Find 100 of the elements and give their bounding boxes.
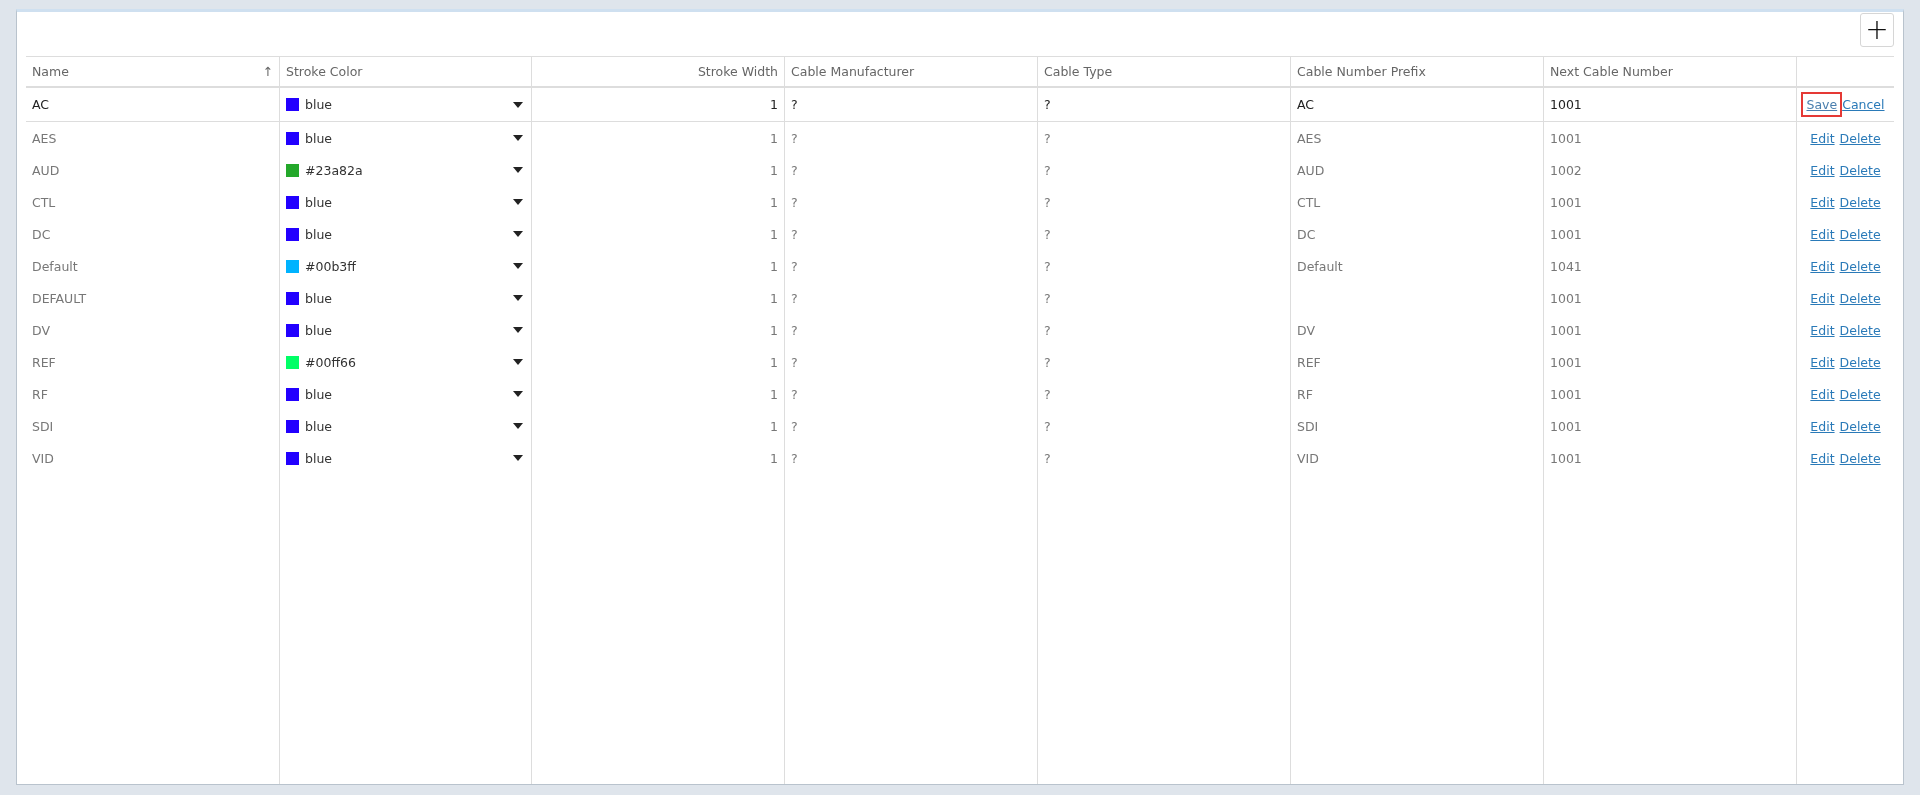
action-link[interactable]: Delete bbox=[1838, 225, 1882, 243]
cable-type-cell: ? bbox=[1044, 226, 1051, 242]
stroke-width-cell: 1 bbox=[770, 386, 778, 402]
stroke-width-cell: 1 bbox=[770, 450, 778, 466]
action-link[interactable]: Delete bbox=[1838, 385, 1882, 403]
action-link[interactable]: Cancel bbox=[1841, 96, 1886, 113]
dropdown-caret-icon[interactable] bbox=[513, 455, 523, 461]
action-link[interactable]: Delete bbox=[1838, 193, 1882, 211]
dropdown-caret-icon[interactable] bbox=[513, 359, 523, 365]
column-header[interactable]: Stroke Width bbox=[697, 64, 778, 79]
color-dropdown[interactable]: #00b3ff bbox=[305, 258, 356, 274]
color-dropdown[interactable]: blue bbox=[305, 418, 333, 434]
action-link[interactable]: Edit bbox=[1809, 193, 1836, 211]
action-link[interactable]: Edit bbox=[1809, 417, 1836, 435]
color-dropdown[interactable]: blue bbox=[305, 322, 333, 338]
color-dropdown[interactable]: #23a82a bbox=[305, 162, 363, 178]
prefix-cell: AES bbox=[1297, 130, 1322, 146]
name-cell: Default bbox=[32, 258, 78, 274]
cable-type-cell: ? bbox=[1044, 290, 1051, 306]
next-number-cell: 1001 bbox=[1550, 97, 1582, 112]
next-number-cell: 1001 bbox=[1550, 322, 1582, 338]
name-cell: RF bbox=[32, 386, 48, 402]
cable-type-cell: ? bbox=[1044, 162, 1051, 178]
prefix-cell: DC bbox=[1297, 226, 1316, 242]
dropdown-caret-icon[interactable] bbox=[513, 135, 523, 141]
color-dropdown[interactable]: blue bbox=[305, 194, 333, 210]
dropdown-caret-icon[interactable] bbox=[513, 391, 523, 397]
color-dropdown[interactable]: #00ff66 bbox=[305, 354, 356, 370]
color-dropdown[interactable]: blue bbox=[305, 386, 333, 402]
dropdown-caret-icon[interactable] bbox=[513, 263, 523, 269]
action-link[interactable]: Edit bbox=[1809, 129, 1836, 147]
next-number-cell: 1001 bbox=[1550, 354, 1582, 370]
manufacturer-cell: ? bbox=[791, 322, 798, 338]
manufacturer-cell: ? bbox=[791, 130, 798, 146]
action-link[interactable]: Delete bbox=[1838, 161, 1882, 179]
column-header[interactable]: Stroke Color bbox=[286, 64, 363, 79]
dropdown-caret-icon[interactable] bbox=[513, 231, 523, 237]
dropdown-caret-icon[interactable] bbox=[513, 423, 523, 429]
next-number-cell: 1001 bbox=[1550, 226, 1582, 242]
manufacturer-cell: ? bbox=[791, 258, 798, 274]
action-link[interactable]: Delete bbox=[1838, 257, 1882, 275]
cable-type-cell: ? bbox=[1044, 386, 1051, 402]
cable-type-cell: ? bbox=[1044, 97, 1051, 112]
stroke-width-cell: 1 bbox=[770, 130, 778, 146]
action-link[interactable]: Delete bbox=[1838, 129, 1882, 147]
dropdown-caret-icon[interactable] bbox=[513, 199, 523, 205]
action-link[interactable]: Edit bbox=[1809, 161, 1836, 179]
next-number-cell: 1001 bbox=[1550, 130, 1582, 146]
prefix-cell: VID bbox=[1297, 450, 1319, 466]
column-header[interactable]: Cable Manufacturer bbox=[791, 64, 915, 79]
dropdown-caret-icon[interactable] bbox=[513, 295, 523, 301]
manufacturer-cell: ? bbox=[791, 97, 798, 112]
action-link[interactable]: Delete bbox=[1838, 353, 1882, 371]
next-number-cell: 1001 bbox=[1550, 194, 1582, 210]
action-link[interactable]: Edit bbox=[1809, 449, 1836, 467]
sort-indicator[interactable]: ↑ bbox=[262, 64, 273, 79]
dropdown-caret-icon[interactable] bbox=[513, 167, 523, 173]
color-dropdown[interactable]: blue bbox=[305, 226, 333, 242]
color-dropdown[interactable]: blue bbox=[305, 97, 333, 112]
action-link[interactable]: Delete bbox=[1838, 289, 1882, 307]
manufacturer-cell: ? bbox=[791, 354, 798, 370]
name-cell: DEFAULT bbox=[32, 290, 87, 306]
manufacturer-cell: ? bbox=[791, 386, 798, 402]
stroke-width-cell: 1 bbox=[770, 194, 778, 210]
prefix-cell: AC bbox=[1297, 97, 1315, 112]
action-link[interactable]: Edit bbox=[1809, 257, 1836, 275]
column-header[interactable]: Name bbox=[32, 64, 69, 79]
action-link[interactable]: Edit bbox=[1809, 353, 1836, 371]
prefix-cell: Default bbox=[1297, 258, 1343, 274]
column-header[interactable]: Cable Type bbox=[1044, 64, 1113, 79]
action-link[interactable]: Edit bbox=[1809, 385, 1836, 403]
action-link[interactable]: Delete bbox=[1838, 417, 1882, 435]
stroke-width-cell: 1 bbox=[770, 162, 778, 178]
next-number-cell: 1001 bbox=[1550, 386, 1582, 402]
color-dropdown[interactable]: blue bbox=[305, 130, 333, 146]
cable-type-cell: ? bbox=[1044, 354, 1051, 370]
stroke-width-cell: 1 bbox=[770, 226, 778, 242]
column-header[interactable]: Cable Number Prefix bbox=[1297, 64, 1426, 79]
color-dropdown[interactable]: blue bbox=[305, 450, 333, 466]
stroke-width-cell: 1 bbox=[770, 290, 778, 306]
action-link[interactable]: Delete bbox=[1838, 321, 1882, 339]
prefix-cell: DV bbox=[1297, 322, 1315, 338]
color-dropdown[interactable]: blue bbox=[305, 290, 333, 306]
dropdown-caret-icon[interactable] bbox=[513, 327, 523, 333]
stroke-width-cell: 1 bbox=[770, 354, 778, 370]
dropdown-caret-icon[interactable] bbox=[513, 101, 523, 108]
column-header[interactable]: Next Cable Number bbox=[1550, 64, 1673, 79]
next-number-cell: 1001 bbox=[1550, 418, 1582, 434]
action-link[interactable]: Delete bbox=[1838, 449, 1882, 467]
cable-type-cell: ? bbox=[1044, 418, 1051, 434]
name-cell: CTL bbox=[32, 194, 56, 210]
name-cell: AES bbox=[32, 130, 57, 146]
action-link[interactable]: Edit bbox=[1809, 289, 1836, 307]
action-link[interactable]: Edit bbox=[1809, 321, 1836, 339]
action-link[interactable]: Edit bbox=[1809, 225, 1836, 243]
next-number-cell: 1001 bbox=[1550, 450, 1582, 466]
manufacturer-cell: ? bbox=[791, 194, 798, 210]
prefix-cell: AUD bbox=[1297, 162, 1325, 178]
add-button[interactable]: + bbox=[1860, 13, 1894, 47]
manufacturer-cell: ? bbox=[791, 226, 798, 242]
